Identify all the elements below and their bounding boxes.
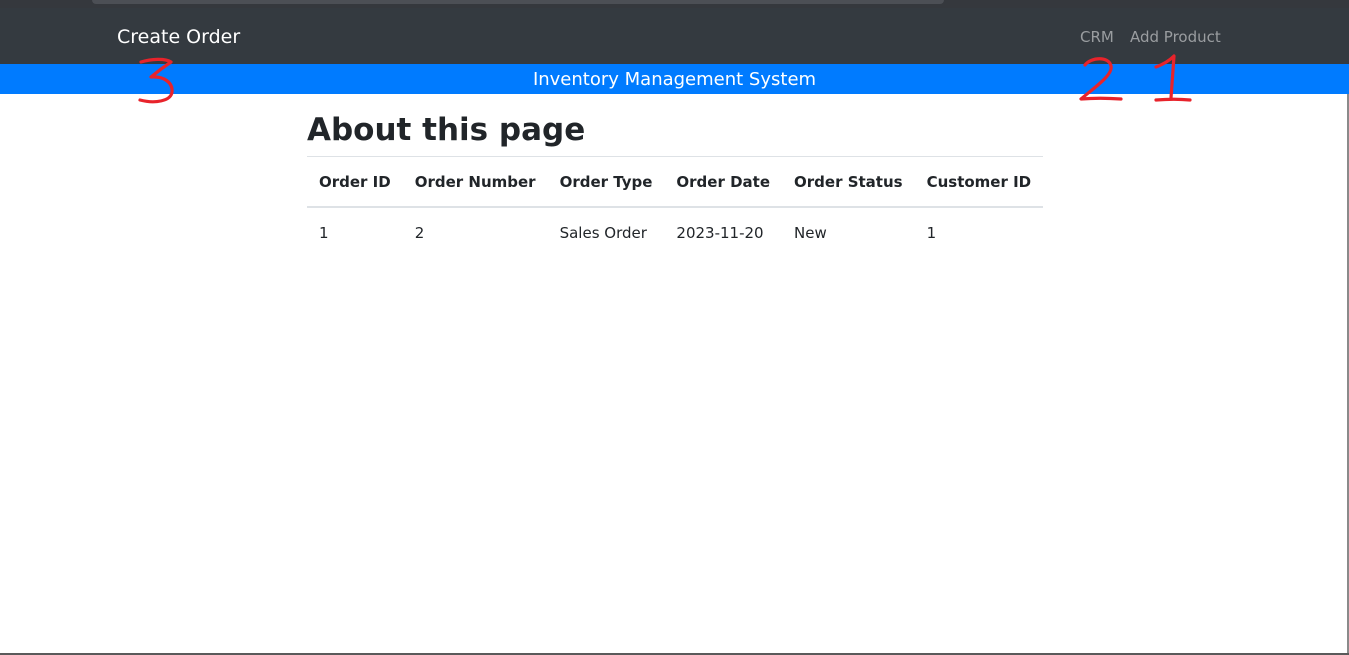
table-header-row: Order ID Order Number Order Type Order D… [307,156,1044,208]
column-header-order-id: Order ID [307,156,403,208]
cell-order-number: 2 [414,223,425,242]
page-title: About this page [307,112,586,148]
column-header-order-status: Order Status [782,156,915,208]
crm-link[interactable]: CRM [1080,27,1114,47]
app-title-banner: Inventory Management System [0,64,1349,94]
column-header-customer-id: Customer ID [914,156,1044,208]
browser-tab-strip [92,0,944,4]
column-header-order-type: Order Type [547,156,665,208]
cell-order-date: 2023-11-20 [676,223,764,242]
cell-order-id: 1 [319,223,329,242]
cell-order-status: New [794,223,827,242]
top-navbar: Create Order CRM Add Product [0,8,1349,64]
orders-table: Order ID Order Number Order Type Order D… [307,156,1044,257]
cell-order-type: Sales Order [559,223,647,242]
add-product-link[interactable]: Add Product [1130,27,1221,47]
browser-chrome [0,0,1349,8]
table-row: 1 2 Sales Order 2023-11-20 New 1 [307,207,1043,257]
column-header-order-number: Order Number [402,156,548,208]
create-order-link[interactable]: Create Order [117,25,240,49]
cell-customer-id: 1 [926,223,937,242]
column-header-order-date: Order Date [664,156,783,208]
